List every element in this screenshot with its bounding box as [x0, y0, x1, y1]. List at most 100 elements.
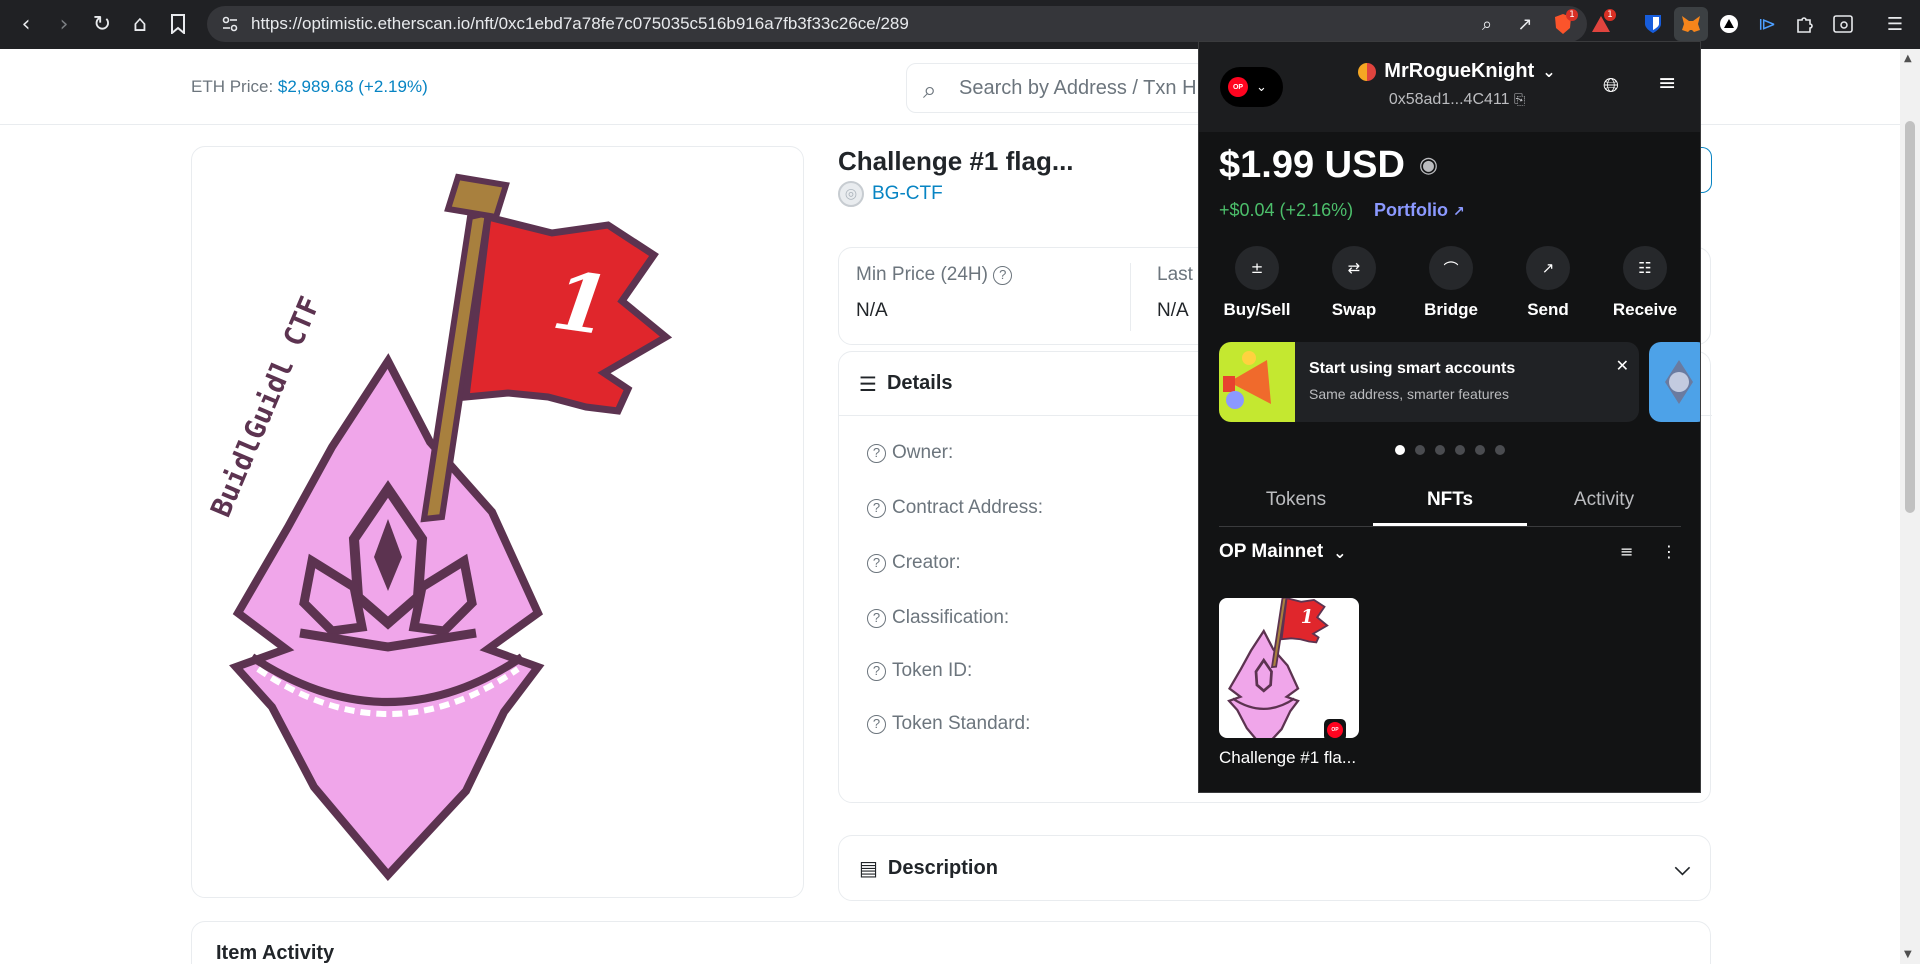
extensions-puzzle-icon[interactable] [1788, 7, 1822, 41]
description-accordion[interactable]: ▤ Description ⌵ [838, 835, 1711, 901]
buy-sell-button[interactable]: ± Buy/Sell [1217, 246, 1297, 320]
help-icon[interactable]: ? [867, 553, 886, 573]
swap-button[interactable]: ⇄ Swap [1314, 246, 1394, 320]
help-icon[interactable]: ? [867, 714, 886, 734]
token-standard-label: Token Standard: [892, 713, 1031, 734]
collection-link[interactable]: ◎ BG-CTF [838, 181, 943, 207]
address-bar[interactable]: https://optimistic.etherscan.io/nft/0xc1… [207, 6, 1587, 42]
help-icon[interactable]: ? [993, 266, 1013, 285]
contract-address-row: ? Contract Address: [867, 497, 1043, 519]
globe-icon[interactable]: 🌐︎ [1603, 73, 1619, 97]
scroll-down-icon[interactable]: ▼ [1904, 949, 1912, 960]
carousel-dot[interactable] [1455, 445, 1465, 455]
help-icon[interactable]: ? [867, 661, 886, 681]
bitwarden-icon[interactable] [1636, 7, 1670, 41]
scroll-up-icon[interactable]: ▲ [1904, 53, 1912, 64]
toolbar-icons: ⌕ ↗ 1 1 ⧐ ☰ [1470, 6, 1912, 42]
extension-triangle-icon[interactable] [1712, 7, 1746, 41]
nft-item-thumbnail[interactable]: 1 [1219, 598, 1359, 738]
plus-minus-icon: ± [1235, 246, 1279, 290]
url-path: /nft/0xc1ebd7a78fe7c075035c516b916a7fb3f… [470, 14, 909, 33]
last-price-value: N/A [1157, 300, 1189, 321]
classification-label: Classification: [892, 607, 1010, 628]
eth-price-label: ETH Price: [191, 77, 274, 96]
account-balance: $1.99 USD ◉ [1219, 144, 1438, 187]
min-price-value: N/A [856, 300, 888, 321]
home-button[interactable]: ⌂ [122, 6, 158, 42]
eth-price-value[interactable]: $2,989.68 (+2.19%) [278, 77, 428, 96]
svg-text:1: 1 [1301, 607, 1314, 628]
copy-icon[interactable]: ⎘ [1514, 92, 1525, 108]
account-selector[interactable]: MrRogueKnight ⌄ 0x58ad1...4C411 ⎘ [1347, 60, 1567, 109]
network-filter[interactable]: OP Mainnet ⌄ [1219, 541, 1347, 563]
reload-button[interactable]: ↻ [84, 6, 120, 42]
carousel-dot[interactable] [1435, 445, 1445, 455]
promo-title: Start using smart accounts [1309, 360, 1516, 377]
brave-rewards-icon[interactable]: 1 [1584, 7, 1618, 41]
send-button[interactable]: ↗ Send [1508, 246, 1588, 320]
page-scrollbar[interactable]: ▲ ▼ [1900, 49, 1920, 964]
brave-shields-icon[interactable]: 1 [1546, 7, 1580, 41]
eye-icon[interactable]: ◉ [1419, 153, 1438, 178]
creator-label: Creator: [892, 552, 961, 573]
description-icon: ▤ [859, 856, 878, 880]
op-network-badge: OP [1324, 719, 1346, 741]
receive-button[interactable]: ☷ Receive [1605, 246, 1685, 320]
carousel-dot[interactable] [1475, 445, 1485, 455]
back-button[interactable]: ‹ [8, 6, 44, 42]
list-icon: ☰ [859, 371, 877, 396]
site-settings-icon[interactable] [221, 15, 239, 33]
portfolio-link[interactable]: Portfolio ↗ [1374, 200, 1465, 221]
bridge-button[interactable]: ⌒ Bridge [1411, 246, 1491, 320]
network-picker[interactable]: OP ⌄ [1220, 67, 1283, 107]
share-icon[interactable]: ↗ [1508, 7, 1542, 41]
nft-title: Challenge #1 flag... [838, 146, 1074, 176]
forward-button[interactable]: › [46, 6, 82, 42]
op-network-icon: OP [1228, 77, 1248, 97]
search-icon: ⌕ [923, 76, 937, 104]
filter-icon[interactable]: ≡ [1620, 542, 1633, 561]
menu-icon[interactable]: ≡ [1658, 71, 1676, 96]
owner-row: ? Owner: [867, 442, 953, 464]
more-options-icon[interactable]: ⋮ [1661, 542, 1677, 561]
tab-tokens[interactable]: Tokens [1219, 475, 1373, 526]
carousel-dot[interactable] [1415, 445, 1425, 455]
op-network-icon: OP [1327, 722, 1343, 738]
carousel-dot[interactable] [1495, 445, 1505, 455]
extension-wave-icon[interactable]: ⧐ [1750, 7, 1784, 41]
eth-price: ETH Price: $2,989.68 (+2.19%) [191, 77, 428, 97]
divider [1130, 263, 1131, 331]
main-menu-icon[interactable]: ☰ [1878, 7, 1912, 41]
help-icon[interactable]: ? [867, 443, 886, 463]
last-price-label: Last [1157, 264, 1193, 285]
owner-label: Owner: [892, 442, 954, 463]
account-address[interactable]: 0x58ad1...4C411 ⎘ [1347, 91, 1567, 109]
leo-sidebar-icon[interactable] [1826, 7, 1860, 41]
smart-account-promo[interactable]: Start using smart accounts Same address,… [1219, 342, 1639, 422]
creator-row: ? Creator: [867, 552, 961, 574]
tab-nfts[interactable]: NFTs [1373, 475, 1527, 526]
nft-item-name[interactable]: Challenge #1 fla... [1219, 748, 1356, 768]
chevron-down-icon: ⌵ [1674, 856, 1690, 880]
balance-value: $1.99 USD [1219, 144, 1405, 186]
balance-change: +$0.04 (+2.16%) [1219, 200, 1354, 220]
nft-image-card[interactable]: 1 BuidlGuidl CTF [191, 146, 804, 898]
search-input[interactable]: ⌕ Search by Address / Txn H [906, 63, 1206, 113]
send-arrow-icon: ↗ [1526, 246, 1570, 290]
tab-activity[interactable]: Activity [1527, 475, 1681, 526]
help-icon[interactable]: ? [867, 498, 886, 518]
carousel-dot[interactable] [1395, 445, 1405, 455]
scrollbar-thumb[interactable] [1905, 121, 1915, 513]
external-link-icon: ↗ [1453, 204, 1465, 220]
close-icon[interactable]: ✕ [1616, 356, 1629, 375]
next-promo-card[interactable] [1649, 342, 1700, 422]
bookmark-button[interactable] [160, 6, 196, 42]
zoom-icon[interactable]: ⌕ [1470, 7, 1504, 41]
collection-icon: ◎ [838, 181, 864, 207]
help-icon[interactable]: ? [867, 608, 886, 628]
chevron-down-icon: ⌄ [1542, 62, 1556, 81]
metamask-icon[interactable] [1674, 7, 1708, 41]
portfolio-label: Portfolio [1374, 200, 1448, 220]
token-id-row: ? Token ID: [867, 660, 972, 682]
url-host: https://optimistic.etherscan.io [251, 14, 471, 33]
